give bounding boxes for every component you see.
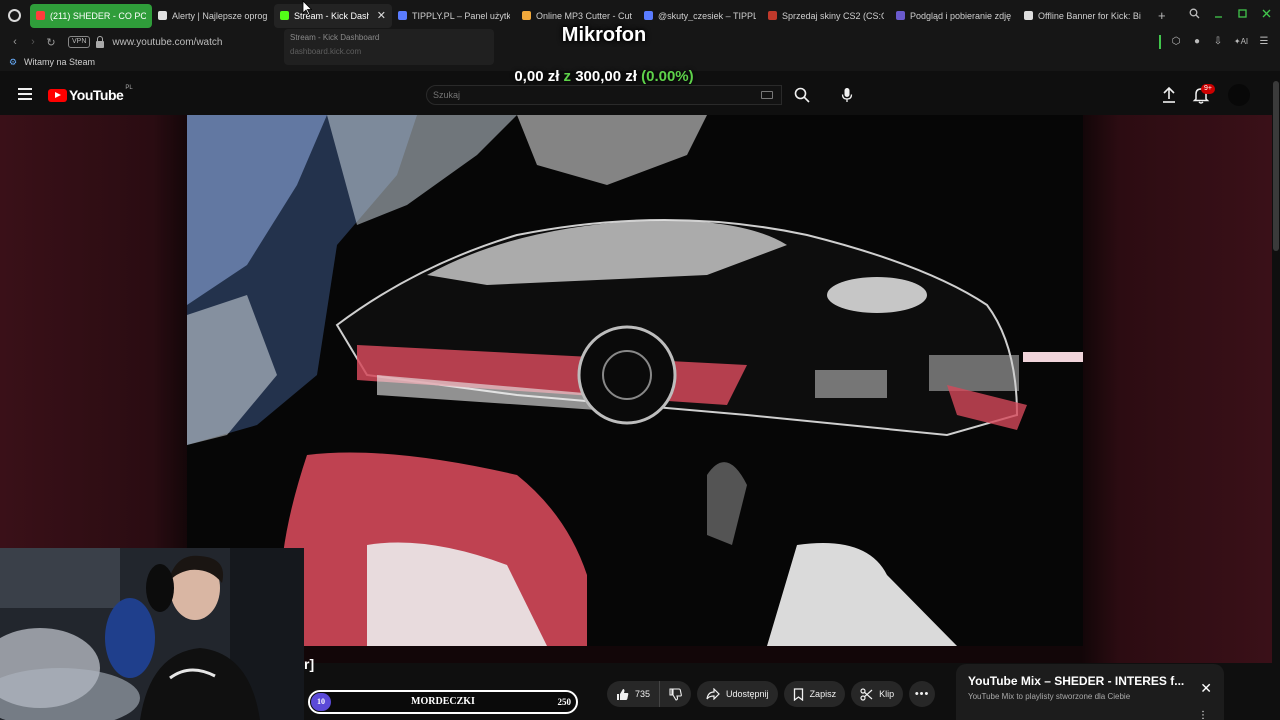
goal-separator: z — [563, 68, 572, 85]
steam-bookmark-icon: ⚙ — [9, 56, 18, 67]
save-button[interactable]: Zapisz — [783, 681, 846, 707]
page-scrollbar[interactable] — [1272, 71, 1280, 720]
like-count: 735 — [635, 689, 651, 699]
tab-title: @skuty_czesiek – TIPPLY — [658, 10, 756, 21]
youtube-logo[interactable]: YouTube PL — [48, 85, 133, 103]
share-button[interactable]: Udostępnij — [697, 681, 778, 707]
tooltip-url: dashboard.kick.com — [290, 47, 362, 56]
more-actions-button[interactable]: ••• — [909, 681, 936, 707]
close-icon[interactable]: ✕ — [1200, 680, 1212, 697]
video-player[interactable] — [187, 115, 1083, 646]
thumbs-down-icon — [669, 687, 682, 701]
video-frame-image — [187, 115, 1083, 646]
download-icon[interactable]: ⇩ — [1212, 36, 1224, 48]
tab-title: Sprzedaj skiny CS2 (CS:G — [782, 10, 884, 21]
video-actions: 735 Udostępnij Zapisz Klip ••• — [607, 681, 936, 707]
microphone-icon — [841, 88, 853, 102]
share-label: Udostępnij — [726, 689, 769, 699]
keyboard-icon[interactable] — [761, 91, 773, 99]
country-code: PL — [125, 85, 133, 91]
song-progress-bar: 10 MORDECZKI 250 — [308, 690, 578, 714]
more-vertical-icon[interactable]: ⋮ — [1198, 710, 1208, 720]
mix-subtitle: YouTube Mix to playlisty stworzone dla C… — [968, 692, 1131, 701]
like-dislike-group: 735 — [607, 681, 692, 707]
tab-title: (211) SHEDER - CO PO — [50, 10, 146, 21]
youtube-mix-panel[interactable]: YouTube Mix – SHEDER - INTERES f... YouT… — [956, 664, 1224, 720]
goal-percent: (0.00%) — [641, 68, 694, 85]
tab-favicon-icon — [1024, 11, 1033, 20]
dislike-button[interactable] — [660, 681, 692, 707]
search-icon — [794, 87, 810, 103]
account-avatar[interactable] — [1228, 84, 1250, 106]
webcam-feed — [0, 548, 304, 720]
tab-favicon-icon — [398, 11, 407, 20]
tab-title: TIPPLY.PL – Panel użytko — [412, 10, 510, 21]
youtube-wordmark: YouTube — [69, 87, 124, 103]
tab-title: Offline Banner for Kick: Bi — [1038, 10, 1141, 21]
new-tab-button[interactable]: + — [1158, 8, 1166, 23]
progress-end-value: 250 — [557, 697, 572, 707]
like-button[interactable]: 735 — [607, 681, 661, 707]
progress-title: MORDECZKI — [411, 696, 475, 707]
tab-favicon-icon — [36, 11, 45, 20]
upload-icon — [1163, 86, 1175, 103]
notification-count-badge: 9+ — [1201, 84, 1215, 94]
screen: (211) SHEDER - CO PO Alerty | Najlepsze o… — [0, 0, 1280, 720]
voice-search-button[interactable] — [834, 82, 860, 108]
tab-favicon-icon — [644, 11, 653, 20]
more-horizontal-icon: ••• — [914, 688, 930, 700]
scissors-icon — [860, 687, 873, 701]
close-window-icon[interactable] — [1260, 8, 1272, 20]
scrollbar-thumb[interactable] — [1273, 81, 1279, 251]
tab-title: Podgląd i pobieranie zdję — [910, 10, 1012, 21]
goal-target: 300,00 zł — [575, 68, 637, 85]
window-controls — [1188, 8, 1272, 20]
search-button[interactable] — [783, 82, 821, 108]
webcam-image — [0, 548, 304, 720]
youtube-play-icon — [48, 88, 67, 102]
search-input[interactable] — [433, 88, 753, 102]
tab-favicon-icon — [158, 11, 167, 20]
share-icon — [706, 688, 720, 700]
mix-title: YouTube Mix – SHEDER - INTERES f... — [968, 674, 1185, 688]
tab-title: Alerty | Najlepsze oprogr — [172, 10, 268, 21]
goal-current: 0,00 zł — [514, 68, 560, 85]
ai-icon[interactable]: ✦AI — [1233, 36, 1249, 48]
clip-button[interactable]: Klip — [851, 681, 904, 707]
tab-favicon-icon — [522, 11, 531, 20]
mouse-cursor-icon — [302, 0, 312, 16]
create-button[interactable] — [1158, 84, 1180, 106]
bookmark-icon — [793, 687, 804, 701]
tab-favicon-icon — [896, 11, 905, 20]
caption-fragment: r] — [304, 656, 315, 672]
tab-favicon-icon — [768, 11, 777, 20]
goal-progress-text: 0,00 zł z 300,00 zł (0.00%) — [0, 68, 1208, 85]
guide-menu-icon[interactable] — [18, 88, 32, 100]
goal-title: Mikrofon — [561, 24, 647, 46]
search-tabs-icon[interactable] — [1188, 8, 1200, 20]
tab-close-icon[interactable]: ✕ — [377, 9, 386, 22]
clip-label: Klip — [879, 689, 895, 699]
tab-title: Online MP3 Cutter - Cut S — [536, 10, 632, 21]
bookmark-steam[interactable]: Witamy na Steam — [24, 57, 95, 67]
search-box — [426, 85, 782, 105]
minimize-icon[interactable] — [1212, 8, 1224, 20]
thumbs-up-icon — [616, 688, 629, 701]
tab-favicon-icon — [280, 11, 289, 20]
save-label: Zapisz — [809, 689, 837, 699]
maximize-icon[interactable] — [1236, 8, 1248, 20]
menu-icon[interactable]: ☰ — [1258, 36, 1270, 48]
